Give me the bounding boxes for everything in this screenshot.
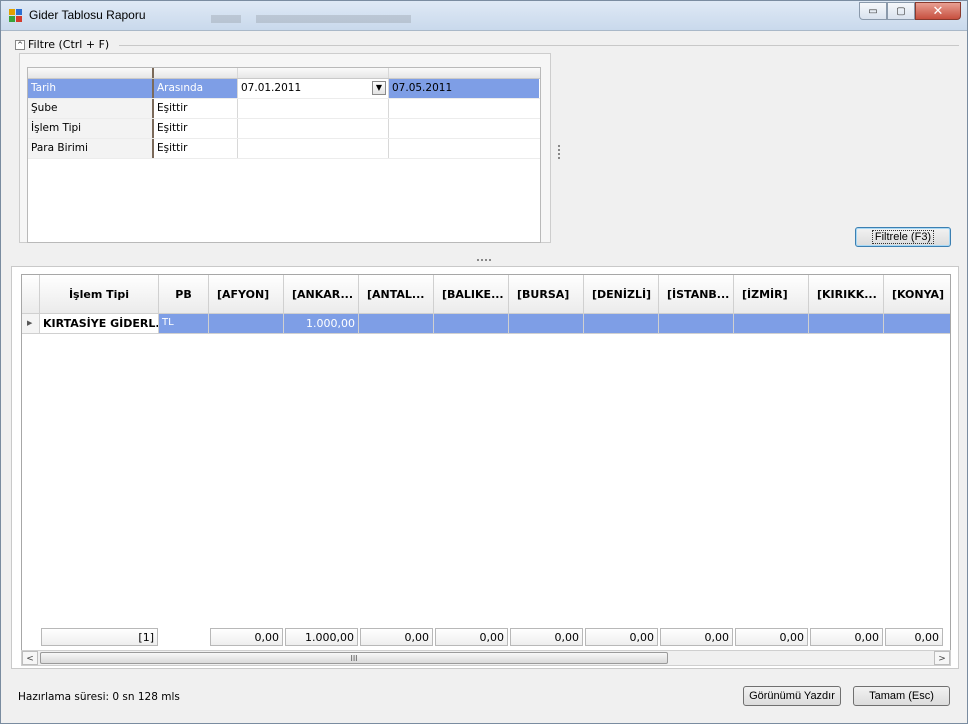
filter-field: Para Birimi [28, 139, 154, 158]
grid-corner [22, 275, 40, 314]
grid-cell[interactable] [509, 314, 584, 334]
close-button[interactable]: ✕ [915, 2, 961, 20]
report-window: Gider Tablosu Raporu ▭ ▢ ✕ ^ Filtre (Ctr… [0, 0, 968, 724]
grid-cell[interactable] [359, 314, 434, 334]
column-header[interactable]: İşlem Tipi [40, 275, 159, 314]
column-header[interactable]: [AFYON] [209, 275, 284, 314]
column-header[interactable]: [ANTAL... [359, 275, 434, 314]
filter-row-para-birimi[interactable]: Para Birimi Eşittir [28, 139, 540, 159]
print-view-label: Görünümü Yazdır [749, 690, 835, 702]
filter-value-start[interactable]: 07.01.2011 ▼ [238, 79, 389, 98]
filter-row-islem-tipi[interactable]: İşlem Tipi Eşittir [28, 119, 540, 139]
footer-cell: 0,00 [735, 628, 808, 646]
filter-operator[interactable]: Eşittir [154, 119, 238, 138]
grid-cell[interactable] [584, 314, 659, 334]
horizontal-splitter[interactable] [11, 258, 959, 264]
filter-value-start[interactable] [238, 99, 389, 118]
close-icon: ✕ [932, 3, 944, 19]
column-header[interactable]: [BURSA] [509, 275, 584, 314]
scroll-thumb[interactable]: III [40, 652, 668, 664]
filter-row-tarih[interactable]: Tarih Arasında 07.01.2011 ▼ 07.05.2011 [28, 79, 540, 99]
grid-cell[interactable] [809, 314, 884, 334]
title-bar[interactable]: Gider Tablosu Raporu ▭ ▢ ✕ [1, 1, 967, 31]
scroll-left-icon[interactable]: < [22, 651, 38, 665]
grid-cell[interactable] [434, 314, 509, 334]
footer-cell: 0,00 [360, 628, 433, 646]
filter-row-sube[interactable]: Şube Eşittir [28, 99, 540, 119]
filter-apply-button[interactable]: Filtrele (F3) [855, 227, 951, 247]
filter-field: Tarih [28, 79, 154, 98]
maximize-button[interactable]: ▢ [887, 2, 915, 20]
column-header[interactable]: [BALIKE... [434, 275, 509, 314]
footer-cell: 0,00 [810, 628, 883, 646]
column-header[interactable]: [İZMİR] [734, 275, 809, 314]
filter-start-date[interactable]: 07.01.2011 [241, 82, 301, 94]
filter-group: ^ Filtre (Ctrl + F) Tarih Arasında 07.01… [11, 36, 959, 258]
scroll-right-icon[interactable]: > [934, 651, 950, 665]
footer-cell: 0,00 [210, 628, 283, 646]
filter-value-start[interactable] [238, 119, 389, 138]
filter-field: Şube [28, 99, 154, 118]
footer-cell: 0,00 [660, 628, 733, 646]
filter-apply-label: Filtrele (F3) [871, 230, 935, 244]
column-header[interactable]: [DENİZLİ] [584, 275, 659, 314]
row-indicator-icon: ▶ [22, 314, 40, 334]
column-header[interactable]: [KIRIKK... [809, 275, 884, 314]
footer-cell: [1] [41, 628, 158, 646]
grid-footer: [1] 0,00 1.000,00 0,00 0,00 0,00 0,00 0,… [40, 627, 944, 647]
column-header[interactable]: [KONYA] [884, 275, 950, 314]
column-header[interactable]: PB [159, 275, 209, 314]
filter-panel: Tarih Arasında 07.01.2011 ▼ 07.05.2011 Ş… [19, 53, 551, 243]
maximize-icon: ▢ [896, 5, 906, 17]
filter-divider [119, 45, 959, 46]
status-text: Hazırlama süresi: 0 sn 128 mls [18, 691, 180, 703]
footer-cell: 0,00 [885, 628, 943, 646]
grid-cell[interactable] [734, 314, 809, 334]
filter-field: İşlem Tipi [28, 119, 154, 138]
app-icon [9, 9, 22, 22]
grid-cell[interactable] [884, 314, 950, 334]
collapse-icon[interactable]: ^ [15, 39, 25, 50]
grid-cell[interactable] [209, 314, 284, 334]
print-view-button[interactable]: Görünümü Yazdır [743, 686, 841, 706]
title-ghost-text [211, 15, 411, 23]
filter-value-end[interactable] [389, 99, 539, 118]
filter-grid: Tarih Arasında 07.01.2011 ▼ 07.05.2011 Ş… [27, 67, 541, 243]
filter-title: Filtre (Ctrl + F) [28, 38, 110, 51]
chevron-down-icon[interactable]: ▼ [372, 81, 386, 95]
filter-operator[interactable]: Arasında [154, 79, 238, 98]
filter-operator[interactable]: Eşittir [154, 99, 238, 118]
grid-cell[interactable]: 1.000,00 [284, 314, 359, 334]
footer-cell: 1.000,00 [285, 628, 358, 646]
ok-button[interactable]: Tamam (Esc) [853, 686, 950, 706]
filter-header[interactable]: ^ Filtre (Ctrl + F) [15, 38, 109, 51]
report-grid-panel: İşlem Tipi PB [AFYON] [ANKAR... [ANTAL..… [11, 266, 959, 669]
filter-value-end[interactable] [389, 139, 539, 158]
filter-value-end[interactable] [389, 119, 539, 138]
footer-cell [160, 628, 208, 646]
minimize-button[interactable]: ▭ [859, 2, 887, 20]
footer-cell: 0,00 [510, 628, 583, 646]
table-row[interactable]: ▶ KIRTASİYE GİDERL... TL 1.000,00 [22, 314, 950, 334]
filter-operator[interactable]: Eşittir [154, 139, 238, 158]
minimize-icon: ▭ [868, 5, 878, 17]
grid-cell[interactable]: KIRTASİYE GİDERL... [40, 314, 159, 334]
filter-grid-header [28, 68, 540, 79]
window-title: Gider Tablosu Raporu [29, 8, 146, 22]
grid-header-row: İşlem Tipi PB [AFYON] [ANKAR... [ANTAL..… [22, 275, 950, 314]
report-grid: İşlem Tipi PB [AFYON] [ANKAR... [ANTAL..… [21, 274, 951, 659]
grid-cell[interactable] [659, 314, 734, 334]
grid-cell[interactable]: TL [159, 314, 209, 334]
filter-value-start[interactable] [238, 139, 389, 158]
column-header[interactable]: [İSTANB... [659, 275, 734, 314]
column-header[interactable]: [ANKAR... [284, 275, 359, 314]
horizontal-scrollbar[interactable]: < III > [21, 650, 951, 666]
footer-cell: 0,00 [435, 628, 508, 646]
filter-value-end[interactable]: 07.05.2011 [389, 79, 539, 98]
footer-cell: 0,00 [585, 628, 658, 646]
ok-label: Tamam (Esc) [869, 690, 934, 702]
filter-right-panel: Filtrele (F3) [561, 53, 959, 253]
